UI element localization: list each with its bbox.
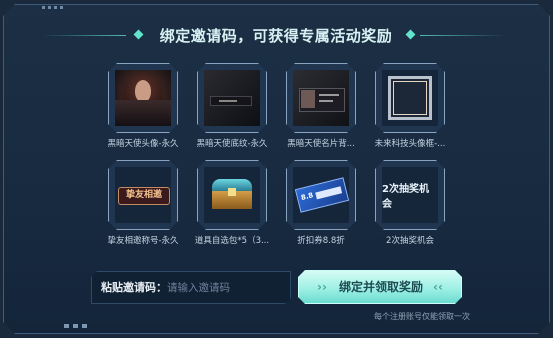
reward-label: 折扣券8.8折 xyxy=(297,236,345,246)
bind-and-claim-button[interactable]: ›› 绑定并领取奖励 ‹‹ xyxy=(298,270,462,304)
reward-item-avatar[interactable]: 黑暗天使头像-永久 xyxy=(107,63,179,149)
reward-item-background[interactable]: 黑暗天使底纹-永久 xyxy=(196,63,268,149)
reward-item-avatar-frame[interactable]: 未来科技头像框-... xyxy=(375,63,445,149)
reward-label: 2次抽奖机会 xyxy=(386,236,434,246)
coupon-text: 8.8 xyxy=(300,191,315,203)
invite-code-box: 粘贴邀请码： xyxy=(91,271,291,304)
avatar-frame-icon xyxy=(388,76,432,120)
reward-tile xyxy=(375,63,445,133)
chevron-left-icon: ‹‹ xyxy=(433,280,443,294)
corner-dots-decoration xyxy=(42,6,63,9)
reward-label: 黑暗天使名片背... xyxy=(287,139,355,149)
claim-limit-note: 每个注册账号仅能领取一次 xyxy=(374,312,470,321)
treasure-chest-icon xyxy=(212,179,252,209)
reward-item-title[interactable]: 挚友相邀 挚友相邀称号-永久 xyxy=(107,160,179,246)
title-badge-icon: 挚友相邀 xyxy=(118,187,170,205)
reward-tile xyxy=(286,63,356,133)
reward-label: 黑暗天使底纹-永久 xyxy=(196,139,268,149)
reward-tile: 2次抽奖机会 xyxy=(375,160,445,230)
lottery-chance-text: 2次抽奖机会 xyxy=(382,184,429,210)
bind-button-label: 绑定并领取奖励 xyxy=(338,280,423,294)
reward-label: 道具自选包*5（3... xyxy=(194,236,270,246)
badge-text: 挚友相邀 xyxy=(125,190,162,200)
title-divider-right xyxy=(420,35,506,36)
reward-tile: 8.8 xyxy=(286,160,356,230)
reward-tile xyxy=(108,63,178,133)
reward-label: 未来科技头像框-... xyxy=(374,139,446,149)
reward-label: 挚友相邀称号-永久 xyxy=(107,236,179,246)
invite-code-input[interactable] xyxy=(167,277,285,298)
name-card-icon xyxy=(293,70,349,126)
reward-tile xyxy=(197,160,267,230)
diamond-icon xyxy=(133,29,144,40)
title-divider-left xyxy=(42,35,126,36)
discount-coupon-icon: 8.8 xyxy=(295,177,349,212)
reward-tile xyxy=(197,63,267,133)
reward-item-coupon[interactable]: 8.8 折扣券8.8折 xyxy=(286,160,356,246)
reward-item-item-pack[interactable]: 道具自选包*5（3... xyxy=(195,160,269,246)
corner-dots-decoration xyxy=(64,324,87,328)
dark-background-icon xyxy=(204,70,260,126)
reward-item-lottery[interactable]: 2次抽奖机会 2次抽奖机会 xyxy=(375,160,445,246)
chevron-right-icon: ›› xyxy=(317,280,327,294)
reward-label: 黑暗天使头像-永久 xyxy=(107,139,179,149)
invite-code-label: 粘贴邀请码： xyxy=(101,281,167,294)
header: 绑定邀请码，可获得专属活动奖励 xyxy=(0,25,553,47)
reward-item-name-card[interactable]: 黑暗天使名片背... xyxy=(286,63,356,149)
dark-angel-avatar-icon xyxy=(115,70,171,126)
diamond-icon xyxy=(405,29,416,40)
page-title: 绑定邀请码，可获得专属活动奖励 xyxy=(159,27,393,45)
reward-tile: 挚友相邀 xyxy=(108,160,178,230)
